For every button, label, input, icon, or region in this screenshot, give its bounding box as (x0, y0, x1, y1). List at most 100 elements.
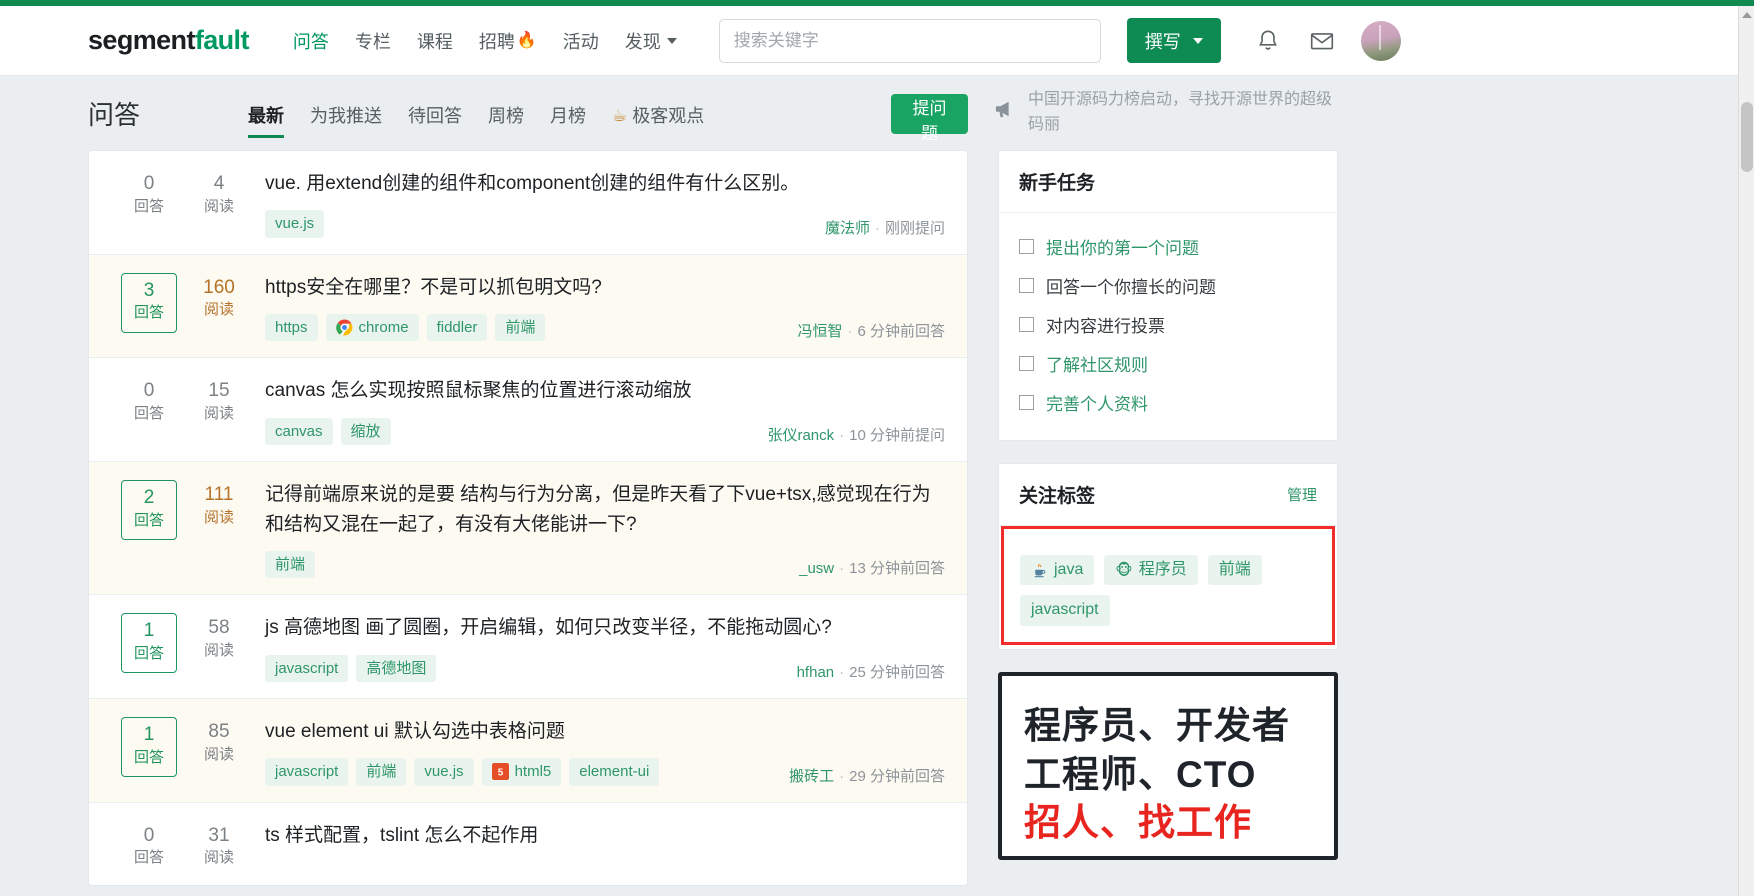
checkbox-icon[interactable] (1019, 278, 1034, 293)
tag[interactable]: chrome (325, 314, 419, 342)
tag[interactable]: 🐵 程序员 (1104, 555, 1198, 586)
question-author[interactable]: hfhan (797, 664, 835, 681)
tag[interactable]: 高德地图 (356, 654, 437, 682)
compose-button[interactable]: 撰写 (1126, 18, 1221, 63)
tag[interactable]: canvas (265, 417, 333, 446)
site-logo[interactable]: segmentfault (88, 25, 249, 56)
question-title[interactable]: vue element ui 默认勾选中表格问题 (265, 717, 947, 746)
tag[interactable]: https (265, 314, 318, 342)
question-row[interactable]: 0 回答 4 阅读 vue. 用extend创建的组件和component创建的… (89, 151, 967, 255)
qa-toolbar: 问答 最新 为我推送 待回答 周榜 月榜 ☕ 极客观点 提问题 中国开源码力榜启… (88, 76, 1332, 150)
question-title[interactable]: ts 样式配置，tslint 怎么不起作用 (265, 821, 947, 850)
followed-tags-highlight-box: java 🐵 程序员 前端 javascript (1001, 526, 1335, 645)
question-time: 13 分钟前回答 (849, 560, 945, 578)
tag[interactable]: javascript (265, 758, 349, 786)
nav-label: 招聘 (478, 31, 515, 52)
question-row[interactable]: 1 回答 85 阅读 vue element ui 默认勾选中表格问题 java… (89, 698, 967, 803)
checkbox-icon[interactable] (1019, 356, 1034, 371)
announcement-banner[interactable]: 中国开源码力榜启动，寻找开源世界的超级码丽 (994, 88, 1344, 138)
bell-icon[interactable] (1255, 28, 1281, 54)
scrollbar-thumb[interactable] (1741, 102, 1753, 172)
tag[interactable]: javascript (1020, 595, 1110, 626)
tab-label: 最新 (248, 106, 284, 126)
answer-count: 0 回答 (121, 376, 177, 445)
checkbox-icon[interactable] (1019, 395, 1034, 410)
view-count: 4 阅读 (191, 169, 247, 238)
tag[interactable]: 前端 (356, 758, 407, 786)
question-title[interactable]: 记得前端原来说的是要 结构与行为分离，但是昨天看了下vue+tsx,感觉现在行为… (265, 480, 947, 539)
tag[interactable]: 缩放 (340, 417, 391, 446)
tab-recommended[interactable]: 为我推送 (310, 102, 382, 150)
task-item-first-question[interactable]: 提出你的第一个问题 (1019, 227, 1317, 266)
tag[interactable]: vue.js (265, 210, 325, 238)
tab-latest[interactable]: 最新 (248, 102, 284, 150)
question-row[interactable]: 1 回答 58 阅读 js 高德地图 画了圆圈，开启编辑，如何只改变半径，不能拖… (89, 595, 967, 699)
question-stats: 1 回答 85 阅读 (109, 716, 257, 786)
task-item-complete-profile[interactable]: 完善个人资料 (1019, 383, 1317, 422)
question-row[interactable]: 0 回答 31 阅读 ts 样式配置，tslint 怎么不起作用 (89, 803, 967, 885)
advertisement-banner[interactable]: 程序员、开发者 工程师、CTO 招人、找工作 (998, 671, 1338, 860)
nav-item-jobs[interactable]: 招聘 🔥 (479, 28, 537, 54)
ad-line-1: 程序员、开发者 (1024, 704, 1290, 746)
scroll-up-arrow-icon[interactable] (1742, 12, 1752, 18)
tag[interactable]: javascript (265, 654, 349, 682)
question-author[interactable]: _usw (799, 560, 834, 577)
view-number: 4 (213, 173, 225, 194)
question-meta: 魔法师 · 刚刚提问 (824, 219, 945, 237)
logo-text-fault: fault (194, 25, 250, 55)
tag[interactable]: 前端 (495, 314, 546, 342)
question-title[interactable]: vue. 用extend创建的组件和component创建的组件有什么区别。 (265, 169, 947, 198)
tag[interactable]: vue.js (414, 758, 474, 786)
nav-item-qa[interactable]: 问答 (293, 28, 329, 54)
checkbox-icon[interactable] (1019, 317, 1034, 332)
tag[interactable]: java (1020, 555, 1095, 586)
search-input[interactable] (718, 18, 1101, 63)
checkbox-icon[interactable] (1019, 239, 1034, 254)
question-author[interactable]: 张仪ranck (767, 427, 834, 444)
followed-tags-title: 关注标签 (1019, 486, 1096, 507)
tag[interactable]: element-ui (569, 758, 660, 786)
tab-unanswered[interactable]: 待回答 (408, 102, 462, 150)
tag[interactable]: 5 html5 (481, 758, 562, 786)
question-title[interactable]: https安全在哪里？不是可以抓包明文吗? (265, 273, 947, 302)
question-author[interactable]: 冯恒智 (797, 323, 842, 340)
task-item-community-rules[interactable]: 了解社区规则 (1019, 344, 1317, 383)
tab-label: 周榜 (488, 106, 524, 126)
manage-tags-link[interactable]: 管理 (1287, 484, 1317, 505)
tab-geek-views[interactable]: ☕ 极客观点 (612, 102, 704, 150)
tag[interactable]: 前端 (265, 550, 316, 579)
question-title[interactable]: canvas 怎么实现按照鼠标聚焦的位置进行滚动缩放 (265, 376, 947, 405)
chevron-down-icon (1192, 37, 1203, 44)
card-title: 关注标签 管理 (999, 464, 1337, 526)
followed-tag-list: java 🐵 程序员 前端 javascript (1020, 555, 1316, 626)
view-count: 85 阅读 (191, 717, 247, 786)
nav-label: 课程 (416, 31, 453, 52)
question-author[interactable]: 魔法师 (825, 220, 870, 237)
task-item-vote-content[interactable]: 对内容进行投票 (1019, 305, 1317, 344)
question-meta: 张仪ranck · 10 分钟前提问 (767, 427, 945, 445)
task-label: 对内容进行投票 (1046, 317, 1165, 336)
task-item-answer-question[interactable]: 回答一个你擅长的问题 (1019, 266, 1317, 305)
tag[interactable]: 前端 (1207, 555, 1262, 586)
task-label: 回答一个你擅长的问题 (1046, 278, 1216, 297)
question-stats: 0 回答 31 阅读 (109, 821, 257, 869)
question-row[interactable]: 2 回答 111 阅读 记得前端原来说的是要 结构与行为分离，但是昨天看了下vu… (89, 462, 967, 596)
nav-item-events[interactable]: 活动 (563, 28, 599, 54)
question-row[interactable]: 3 回答 160 阅读 https安全在哪里？不是可以抓包明文吗? https (89, 254, 967, 359)
page-scrollbar[interactable] (1738, 6, 1754, 896)
ask-question-button[interactable]: 提问题 (891, 94, 968, 143)
avatar[interactable] (1360, 20, 1401, 61)
question-author[interactable]: 搬砖工 (789, 768, 834, 785)
nav-item-column[interactable]: 专栏 (355, 28, 391, 54)
answer-number: 3 (143, 279, 155, 301)
nav-item-discover[interactable]: 发现 (625, 28, 677, 54)
tab-weekly-rank[interactable]: 周榜 (488, 102, 524, 150)
question-title[interactable]: js 高德地图 画了圆圈，开启编辑，如何只改变半径，不能拖动圆心? (265, 613, 947, 642)
question-meta: hfhan · 25 分钟前回答 (796, 663, 945, 681)
html5-icon: 5 (491, 763, 509, 781)
tag[interactable]: fiddler (426, 314, 488, 342)
envelope-icon[interactable] (1309, 28, 1335, 54)
question-row[interactable]: 0 回答 15 阅读 canvas 怎么实现按照鼠标聚焦的位置进行滚动缩放 ca… (89, 358, 967, 463)
tab-monthly-rank[interactable]: 月榜 (550, 102, 586, 150)
nav-item-course[interactable]: 课程 (417, 28, 453, 54)
